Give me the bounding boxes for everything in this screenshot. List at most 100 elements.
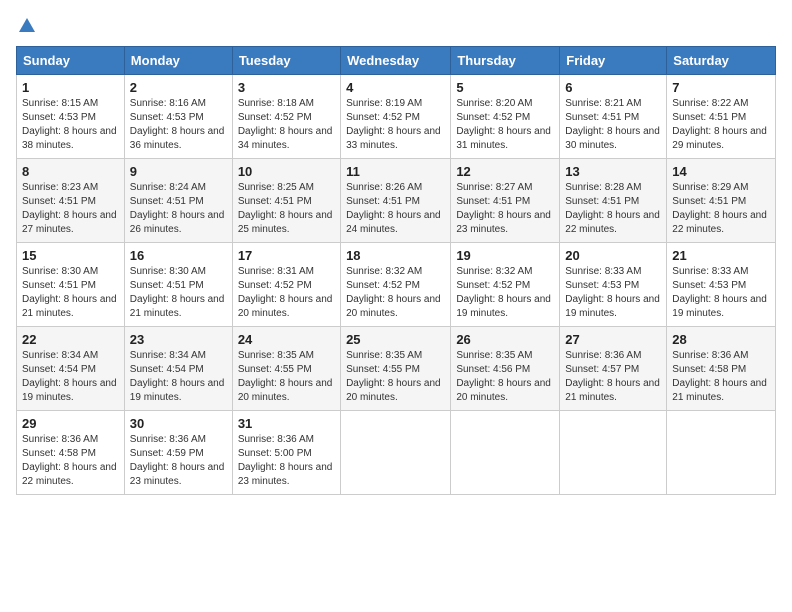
day-detail: Sunrise: 8:21 AMSunset: 4:51 PMDaylight:…	[565, 98, 660, 151]
day-detail: Sunrise: 8:34 AMSunset: 4:54 PMDaylight:…	[130, 350, 225, 403]
day-number: 15	[22, 248, 119, 263]
day-number: 16	[130, 248, 227, 263]
calendar-cell: 26 Sunrise: 8:35 AMSunset: 4:56 PMDaylig…	[451, 327, 560, 411]
day-number: 2	[130, 80, 227, 95]
day-detail: Sunrise: 8:35 AMSunset: 4:55 PMDaylight:…	[238, 350, 333, 403]
day-number: 8	[22, 164, 119, 179]
day-number: 24	[238, 332, 335, 347]
week-row-5: 29 Sunrise: 8:36 AMSunset: 4:58 PMDaylig…	[17, 411, 776, 495]
calendar-cell: 5 Sunrise: 8:20 AMSunset: 4:52 PMDayligh…	[451, 75, 560, 159]
day-number: 29	[22, 416, 119, 431]
day-detail: Sunrise: 8:36 AMSunset: 4:58 PMDaylight:…	[22, 434, 117, 487]
day-number: 3	[238, 80, 335, 95]
day-number: 26	[456, 332, 554, 347]
day-detail: Sunrise: 8:33 AMSunset: 4:53 PMDaylight:…	[565, 266, 660, 319]
column-header-thursday: Thursday	[451, 47, 560, 75]
calendar-cell: 14 Sunrise: 8:29 AMSunset: 4:51 PMDaylig…	[667, 159, 776, 243]
day-number: 14	[672, 164, 770, 179]
day-detail: Sunrise: 8:29 AMSunset: 4:51 PMDaylight:…	[672, 182, 767, 235]
day-detail: Sunrise: 8:22 AMSunset: 4:51 PMDaylight:…	[672, 98, 767, 151]
day-number: 5	[456, 80, 554, 95]
header-row: SundayMondayTuesdayWednesdayThursdayFrid…	[17, 47, 776, 75]
calendar-cell: 11 Sunrise: 8:26 AMSunset: 4:51 PMDaylig…	[341, 159, 451, 243]
day-number: 4	[346, 80, 445, 95]
day-detail: Sunrise: 8:36 AMSunset: 4:57 PMDaylight:…	[565, 350, 660, 403]
day-number: 7	[672, 80, 770, 95]
calendar-cell: 20 Sunrise: 8:33 AMSunset: 4:53 PMDaylig…	[560, 243, 667, 327]
day-detail: Sunrise: 8:27 AMSunset: 4:51 PMDaylight:…	[456, 182, 551, 235]
day-number: 28	[672, 332, 770, 347]
logo	[16, 16, 36, 34]
day-detail: Sunrise: 8:15 AMSunset: 4:53 PMDaylight:…	[22, 98, 117, 151]
calendar-cell: 10 Sunrise: 8:25 AMSunset: 4:51 PMDaylig…	[232, 159, 340, 243]
day-detail: Sunrise: 8:32 AMSunset: 4:52 PMDaylight:…	[456, 266, 551, 319]
calendar-cell: 7 Sunrise: 8:22 AMSunset: 4:51 PMDayligh…	[667, 75, 776, 159]
column-header-sunday: Sunday	[17, 47, 125, 75]
day-detail: Sunrise: 8:34 AMSunset: 4:54 PMDaylight:…	[22, 350, 117, 403]
day-detail: Sunrise: 8:25 AMSunset: 4:51 PMDaylight:…	[238, 182, 333, 235]
calendar-cell: 4 Sunrise: 8:19 AMSunset: 4:52 PMDayligh…	[341, 75, 451, 159]
week-row-4: 22 Sunrise: 8:34 AMSunset: 4:54 PMDaylig…	[17, 327, 776, 411]
day-detail: Sunrise: 8:32 AMSunset: 4:52 PMDaylight:…	[346, 266, 441, 319]
calendar-cell: 21 Sunrise: 8:33 AMSunset: 4:53 PMDaylig…	[667, 243, 776, 327]
week-row-1: 1 Sunrise: 8:15 AMSunset: 4:53 PMDayligh…	[17, 75, 776, 159]
calendar-cell: 27 Sunrise: 8:36 AMSunset: 4:57 PMDaylig…	[560, 327, 667, 411]
calendar-cell: 24 Sunrise: 8:35 AMSunset: 4:55 PMDaylig…	[232, 327, 340, 411]
calendar-cell: 12 Sunrise: 8:27 AMSunset: 4:51 PMDaylig…	[451, 159, 560, 243]
day-number: 31	[238, 416, 335, 431]
week-row-3: 15 Sunrise: 8:30 AMSunset: 4:51 PMDaylig…	[17, 243, 776, 327]
day-detail: Sunrise: 8:36 AMSunset: 5:00 PMDaylight:…	[238, 434, 333, 487]
day-detail: Sunrise: 8:36 AMSunset: 4:59 PMDaylight:…	[130, 434, 225, 487]
calendar-cell: 8 Sunrise: 8:23 AMSunset: 4:51 PMDayligh…	[17, 159, 125, 243]
calendar-cell: 13 Sunrise: 8:28 AMSunset: 4:51 PMDaylig…	[560, 159, 667, 243]
calendar-cell: 28 Sunrise: 8:36 AMSunset: 4:58 PMDaylig…	[667, 327, 776, 411]
day-number: 10	[238, 164, 335, 179]
column-header-tuesday: Tuesday	[232, 47, 340, 75]
day-number: 11	[346, 164, 445, 179]
calendar-cell: 2 Sunrise: 8:16 AMSunset: 4:53 PMDayligh…	[124, 75, 232, 159]
calendar-cell: 31 Sunrise: 8:36 AMSunset: 5:00 PMDaylig…	[232, 411, 340, 495]
calendar-table: SundayMondayTuesdayWednesdayThursdayFrid…	[16, 46, 776, 495]
calendar-cell: 9 Sunrise: 8:24 AMSunset: 4:51 PMDayligh…	[124, 159, 232, 243]
day-detail: Sunrise: 8:18 AMSunset: 4:52 PMDaylight:…	[238, 98, 333, 151]
calendar-cell: 23 Sunrise: 8:34 AMSunset: 4:54 PMDaylig…	[124, 327, 232, 411]
day-detail: Sunrise: 8:20 AMSunset: 4:52 PMDaylight:…	[456, 98, 551, 151]
logo-icon	[18, 16, 36, 34]
calendar-cell	[451, 411, 560, 495]
column-header-wednesday: Wednesday	[341, 47, 451, 75]
calendar-cell: 6 Sunrise: 8:21 AMSunset: 4:51 PMDayligh…	[560, 75, 667, 159]
day-number: 6	[565, 80, 661, 95]
day-detail: Sunrise: 8:23 AMSunset: 4:51 PMDaylight:…	[22, 182, 117, 235]
day-number: 1	[22, 80, 119, 95]
calendar-cell	[560, 411, 667, 495]
day-number: 22	[22, 332, 119, 347]
day-number: 12	[456, 164, 554, 179]
day-number: 18	[346, 248, 445, 263]
calendar-cell: 3 Sunrise: 8:18 AMSunset: 4:52 PMDayligh…	[232, 75, 340, 159]
day-number: 17	[238, 248, 335, 263]
day-detail: Sunrise: 8:24 AMSunset: 4:51 PMDaylight:…	[130, 182, 225, 235]
day-detail: Sunrise: 8:30 AMSunset: 4:51 PMDaylight:…	[130, 266, 225, 319]
day-number: 20	[565, 248, 661, 263]
calendar-cell: 25 Sunrise: 8:35 AMSunset: 4:55 PMDaylig…	[341, 327, 451, 411]
day-detail: Sunrise: 8:31 AMSunset: 4:52 PMDaylight:…	[238, 266, 333, 319]
day-number: 30	[130, 416, 227, 431]
calendar-cell: 29 Sunrise: 8:36 AMSunset: 4:58 PMDaylig…	[17, 411, 125, 495]
day-number: 19	[456, 248, 554, 263]
column-header-saturday: Saturday	[667, 47, 776, 75]
day-detail: Sunrise: 8:28 AMSunset: 4:51 PMDaylight:…	[565, 182, 660, 235]
day-detail: Sunrise: 8:36 AMSunset: 4:58 PMDaylight:…	[672, 350, 767, 403]
day-detail: Sunrise: 8:16 AMSunset: 4:53 PMDaylight:…	[130, 98, 225, 151]
day-number: 25	[346, 332, 445, 347]
calendar-cell	[341, 411, 451, 495]
day-detail: Sunrise: 8:30 AMSunset: 4:51 PMDaylight:…	[22, 266, 117, 319]
day-number: 21	[672, 248, 770, 263]
calendar-cell: 18 Sunrise: 8:32 AMSunset: 4:52 PMDaylig…	[341, 243, 451, 327]
calendar-cell: 1 Sunrise: 8:15 AMSunset: 4:53 PMDayligh…	[17, 75, 125, 159]
day-detail: Sunrise: 8:35 AMSunset: 4:56 PMDaylight:…	[456, 350, 551, 403]
day-number: 13	[565, 164, 661, 179]
column-header-monday: Monday	[124, 47, 232, 75]
day-detail: Sunrise: 8:19 AMSunset: 4:52 PMDaylight:…	[346, 98, 441, 151]
day-number: 27	[565, 332, 661, 347]
calendar-cell: 17 Sunrise: 8:31 AMSunset: 4:52 PMDaylig…	[232, 243, 340, 327]
